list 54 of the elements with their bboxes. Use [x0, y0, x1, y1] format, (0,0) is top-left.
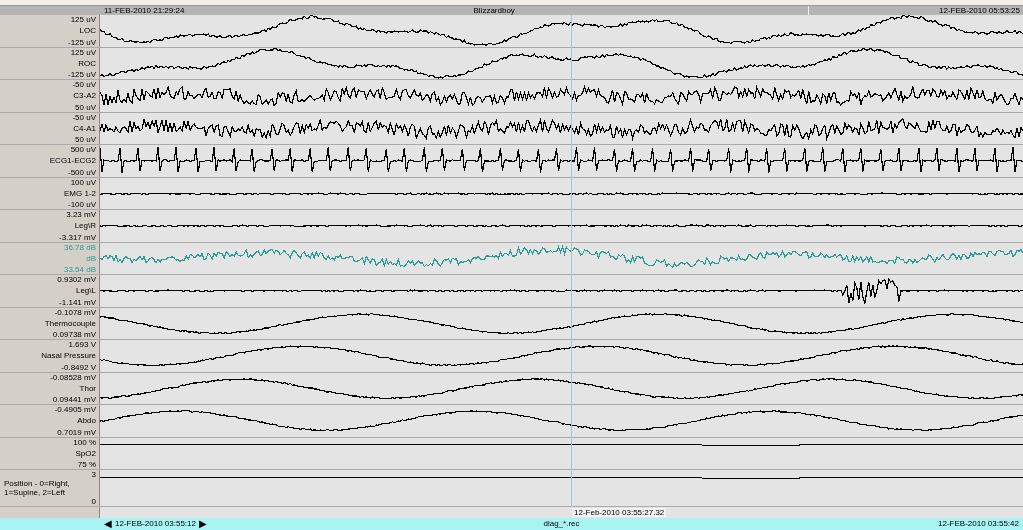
scale-min: -1.141 mV: [59, 297, 96, 307]
scale-min: 50 uV: [75, 102, 96, 112]
scale-max: 125 uV: [70, 15, 96, 24]
scale-max: 500 uV: [70, 145, 96, 154]
channel-label: LOC: [79, 26, 96, 36]
scale-max: -0.08528 mV: [50, 372, 96, 382]
scale-min: -125 uV: [67, 37, 96, 47]
channel-label: Abdo: [77, 416, 96, 426]
scale-min: 0.09738 mV: [52, 330, 96, 339]
channel-label: Thermocouple: [44, 318, 96, 328]
previous-button[interactable]: ◀: [104, 518, 112, 530]
channel-label: SpO2: [75, 448, 96, 458]
channel-label: Leg\R: [74, 221, 96, 231]
scale-min: 33.54 dB: [63, 265, 96, 274]
page-end-time: 12-FEB-2010 03:55:42: [938, 519, 1019, 528]
scale-min: -500 uV: [67, 167, 96, 177]
scale-max: 36.78 dB: [63, 242, 96, 252]
scale-max: 0.9302 mV: [57, 275, 96, 284]
scale-min: -3.317 mV: [59, 232, 96, 242]
scale-max: -0.1078 mV: [54, 307, 96, 317]
scale-min: -0.8492 V: [61, 362, 96, 372]
scale-max: -50 uV: [72, 80, 96, 89]
next-button[interactable]: ▶: [198, 518, 207, 530]
scale-max: 3.23 mV: [66, 210, 96, 219]
start-time: 11-FEB-2010 21:29:24: [104, 6, 185, 15]
scale-min: -100 uV: [67, 200, 96, 209]
scale-max: 3: [91, 470, 96, 479]
scale-max: -50 uV: [72, 112, 96, 122]
scale-min: 0.09441 mV: [52, 395, 96, 404]
scale-max: 100 uV: [70, 177, 96, 187]
channel-label: Leg\L: [75, 286, 96, 296]
channel-label: Thor: [79, 383, 96, 393]
scale-min: -125 uV: [67, 70, 96, 79]
channel-label: ECG1-ECG2: [49, 156, 96, 166]
scale-min: 75 %: [77, 460, 96, 469]
recording-title: Blizzardboy: [473, 6, 515, 15]
end-time: 12-FEB-2010 05:53:25: [939, 6, 1020, 15]
file-name: diag_*.rec: [543, 519, 580, 528]
scale-min: 50 uV: [75, 135, 96, 144]
channel-label: C4-A1: [73, 123, 96, 133]
channel-label: Nasal Pressure: [41, 351, 96, 361]
scale-max: -0.4905 mV: [54, 405, 96, 414]
scale-min: 0: [91, 497, 96, 506]
channel-label: Position - 0=Right, 1=Supine, 2=Left: [4, 479, 71, 497]
scale-max: 125 uV: [70, 47, 96, 57]
channel-label: EMG 1-2: [64, 188, 96, 198]
cursor-time: 12-Feb-2010 03:55:27.32: [572, 508, 667, 517]
channel-label: C3-A2: [73, 91, 96, 101]
channel-label: ROC: [78, 58, 96, 68]
page-start-time: 12-FEB-2010 03:55:12: [115, 518, 196, 530]
channel-label: dB: [86, 253, 96, 263]
scale-min: 0.7019 mV: [57, 427, 96, 437]
scale-max: 100 %: [73, 437, 96, 447]
scale-max: 1.693 V: [68, 340, 96, 349]
